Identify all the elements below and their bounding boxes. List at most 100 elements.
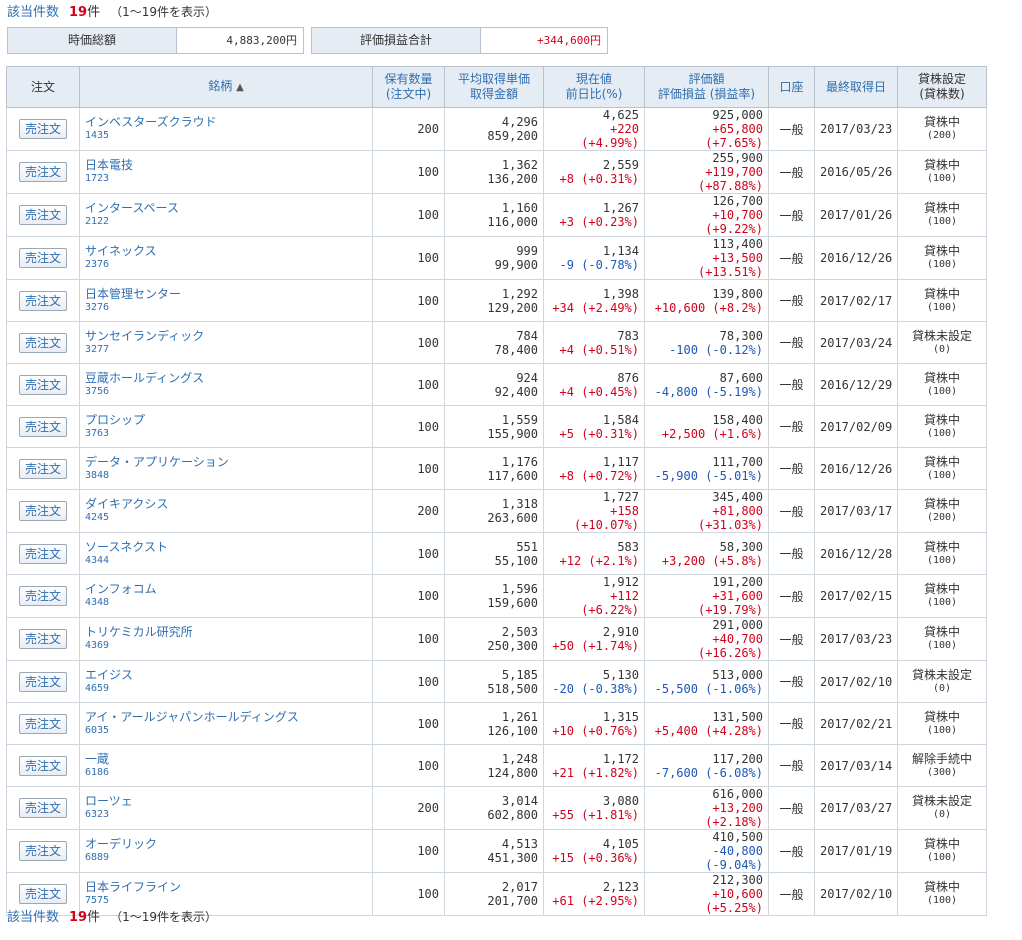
lending-cell: 貸株未設定 (0): [897, 786, 987, 830]
header-quantity[interactable]: 保有数量 (注文中): [372, 66, 445, 108]
stock-name-link[interactable]: インフォコム: [85, 582, 367, 596]
lending-cell: 貸株中 (100): [897, 363, 987, 406]
stock-code-link[interactable]: 4369: [85, 639, 367, 653]
day-change: +5 (+0.31%): [559, 426, 639, 441]
header-valuation[interactable]: 評価額 評価損益 (損益率): [644, 66, 769, 108]
stock-name-link[interactable]: アイ・アールジャパンホールディングス: [85, 710, 367, 724]
stock-code-link[interactable]: 3756: [85, 385, 367, 399]
sell-order-button[interactable]: 売注文: [19, 629, 67, 649]
stock-name-link[interactable]: 日本電技: [85, 158, 367, 172]
stock-code-link[interactable]: 3277: [85, 343, 367, 357]
account-type: 一般: [768, 236, 815, 280]
stock-code-link[interactable]: 6323: [85, 808, 367, 822]
stock-name-link[interactable]: データ・アプリケーション: [85, 455, 367, 469]
average-cost-cell: 3,014 602,800: [444, 786, 544, 830]
header-last-acquired[interactable]: 最終取得日: [814, 66, 898, 108]
stock-cell: ダイキアクシス 4245: [79, 489, 373, 533]
average-cost-cell: 4,513 451,300: [444, 829, 544, 873]
header-name-sort[interactable]: 銘柄 ▲: [79, 66, 373, 108]
stock-code-link[interactable]: 3763: [85, 427, 367, 441]
stock-code-link[interactable]: 3848: [85, 469, 367, 483]
sell-order-button[interactable]: 売注文: [19, 543, 67, 564]
header-current-price[interactable]: 現在値 前日比(%): [543, 66, 645, 108]
sell-order-button[interactable]: 売注文: [19, 671, 67, 692]
valuation-cell: 131,500 +5,400 (+4.28%): [644, 702, 769, 745]
valuation-cell: 513,000 -5,500 (-1.06%): [644, 660, 769, 703]
current-price: 5,130: [602, 667, 639, 682]
stock-name-link[interactable]: サンセイランディック: [85, 329, 367, 343]
sell-order-button[interactable]: 売注文: [19, 586, 67, 606]
sell-order-button[interactable]: 売注文: [19, 205, 67, 225]
lending-status: 解除手続中: [911, 751, 972, 766]
stock-cell: プロシップ 3763: [79, 405, 373, 448]
stock-code-link[interactable]: 7575: [85, 894, 367, 908]
sell-order-button[interactable]: 売注文: [19, 119, 67, 139]
sell-order-button[interactable]: 売注文: [19, 458, 67, 479]
stock-name-link[interactable]: ダイキアクシス: [85, 497, 367, 511]
sell-order-button[interactable]: 売注文: [19, 248, 67, 268]
stock-name-link[interactable]: エイジス: [85, 668, 367, 682]
sell-order-button[interactable]: 売注文: [19, 332, 67, 353]
current-price: 1,912: [602, 575, 639, 589]
sell-order-button[interactable]: 売注文: [19, 501, 67, 521]
order-cell: 売注文: [6, 829, 80, 873]
last-acquired-date: 2017/03/24: [814, 321, 898, 364]
stock-name-link[interactable]: 日本管理センター: [85, 287, 367, 301]
stock-code-link[interactable]: 4344: [85, 554, 367, 568]
acquisition-amount: 99,900: [494, 258, 538, 272]
acquisition-amount: 55,100: [494, 553, 538, 568]
stock-code-link[interactable]: 1435: [85, 129, 367, 143]
stock-name-link[interactable]: ローツェ: [85, 794, 367, 808]
account-type: 一般: [768, 489, 815, 533]
stock-code-link[interactable]: 3276: [85, 301, 367, 315]
stock-code-link[interactable]: 6186: [85, 766, 367, 780]
current-price: 783: [617, 328, 639, 343]
sell-order-button[interactable]: 売注文: [19, 416, 67, 437]
average-cost-cell: 2,017 201,700: [444, 872, 544, 916]
header-average-cost[interactable]: 平均取得単価 取得金額: [444, 66, 544, 108]
lending-cell: 貸株中 (100): [897, 279, 987, 322]
market-value-label: 時価総額: [8, 28, 177, 53]
stock-name-link[interactable]: サイネックス: [85, 244, 367, 258]
sell-order-button[interactable]: 売注文: [19, 755, 67, 776]
sell-order-button[interactable]: 売注文: [19, 162, 67, 182]
stock-name-link[interactable]: 豆蔵ホールディングス: [85, 371, 367, 385]
stock-name-link[interactable]: インタースペース: [85, 201, 367, 215]
last-acquired-date: 2016/12/26: [814, 236, 898, 280]
stock-name-link[interactable]: オーデリック: [85, 837, 367, 851]
sell-order-button[interactable]: 売注文: [19, 841, 67, 861]
stock-name-link[interactable]: プロシップ: [85, 413, 367, 427]
stock-name-link[interactable]: 日本ライフライン: [85, 880, 367, 894]
lending-cell: 貸株中 (100): [897, 574, 987, 618]
valuation-cell: 113,400 +13,500 (+13.51%): [644, 236, 769, 280]
quantity-cell: 100: [372, 363, 445, 406]
stock-code-link[interactable]: 2376: [85, 258, 367, 272]
sell-order-button[interactable]: 売注文: [19, 884, 67, 904]
stock-name-link[interactable]: ソースネクスト: [85, 540, 367, 554]
stock-code-link[interactable]: 4659: [85, 682, 367, 696]
sell-order-button[interactable]: 売注文: [19, 374, 67, 395]
stock-code-link[interactable]: 6889: [85, 851, 367, 865]
price-cell: 783 +4 (+0.51%): [543, 321, 645, 364]
acquisition-amount: 602,800: [487, 808, 538, 822]
sell-order-button[interactable]: 売注文: [19, 290, 67, 311]
stock-code-link[interactable]: 4348: [85, 596, 367, 610]
stock-code-link[interactable]: 6035: [85, 724, 367, 738]
stock-code-link[interactable]: 2122: [85, 215, 367, 229]
sell-order-button[interactable]: 売注文: [19, 798, 67, 818]
profit-loss: -7,600 (-6.08%): [654, 765, 763, 780]
stock-code-link[interactable]: 4245: [85, 511, 367, 525]
average-cost-cell: 1,596 159,600: [444, 574, 544, 618]
sell-order-button[interactable]: 売注文: [19, 713, 67, 734]
current-price: 4,625: [602, 108, 639, 122]
stock-code-link[interactable]: 1723: [85, 172, 367, 186]
stock-name-link[interactable]: インベスターズクラウド: [85, 115, 367, 129]
header-account[interactable]: 口座: [768, 66, 815, 108]
stock-name-link[interactable]: トリケミカル研究所: [85, 625, 367, 639]
lending-status: 貸株未設定: [911, 667, 972, 682]
table-row: 売注文 トリケミカル研究所 4369 100 2,503 250,300 2,910 +50 …: [6, 617, 987, 661]
stock-name-link[interactable]: 一蔵: [85, 752, 367, 766]
market-value: 925,000: [712, 108, 763, 122]
acquisition-amount: 201,700: [487, 894, 538, 908]
account-type: 一般: [768, 532, 815, 575]
